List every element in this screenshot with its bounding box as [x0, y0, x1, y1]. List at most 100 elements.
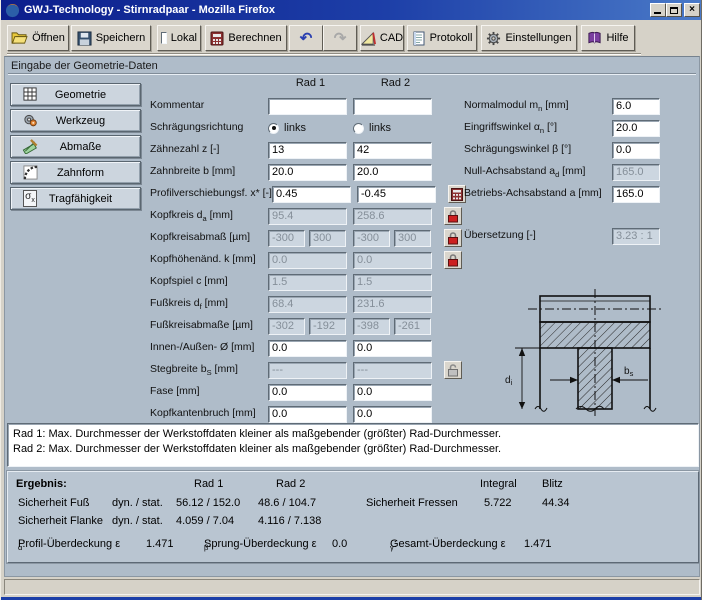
- open-button[interactable]: Öffnen: [7, 25, 69, 51]
- fase-rad1-input[interactable]: [268, 384, 347, 401]
- message-line-2: Rad 2: Max. Durchmesser der Werkstoffdat…: [13, 442, 693, 457]
- results-heading: Ergebnis:: [16, 478, 67, 490]
- protocol-button[interactable]: Protokoll: [407, 25, 477, 51]
- zaehnezahl-rad2-input[interactable]: [353, 142, 432, 159]
- schraegungswinkel-label: Schrägungswinkel β [°]: [464, 143, 612, 157]
- form-row-innen-aussen-durchmesser: Innen-/Außen- Ø [mm]: [150, 337, 490, 359]
- lock-closed-button-kopfhoehe[interactable]: [444, 251, 462, 269]
- close-button[interactable]: ×: [684, 3, 700, 17]
- settings-button[interactable]: Einstellungen: [481, 25, 577, 51]
- form-row-schraegungswinkel: Schrägungswinkel β [°]: [464, 139, 700, 161]
- sicherheit-flanke-label: Sicherheit Flanke: [18, 515, 103, 527]
- form-row-zaehnezahl: Zähnezahl z [-]: [150, 139, 490, 161]
- profilverschiebung-rad1-input[interactable]: [272, 186, 351, 203]
- form-row-null-achsabstand: Null-Achsabstand ad [mm]: [464, 161, 700, 183]
- kopfkreis-rad2-input: [353, 208, 432, 225]
- zahnbreite-rad1-input[interactable]: [268, 164, 347, 181]
- sidebar-item-tragfaehigkeit[interactable]: σx Tragfähigkeit: [10, 187, 141, 210]
- form-row-stegbreite: Stegbreite bS [mm]: [150, 359, 490, 381]
- innen-aussen-rad1-input[interactable]: [268, 340, 347, 357]
- links-radio-rad2[interactable]: [353, 123, 364, 134]
- settings-tool-icon: [486, 31, 501, 46]
- toolbar-separator: [7, 53, 641, 55]
- links-option-rad1: links: [284, 122, 306, 134]
- window-title: GWJ-Technology - Stirnradpaar - Mozilla …: [24, 4, 275, 16]
- undo-button[interactable]: ↶: [289, 25, 323, 51]
- save-button[interactable]: Speichern: [71, 25, 151, 51]
- profilverschiebung-rad2-input[interactable]: [357, 186, 436, 203]
- title-bar: GWJ-Technology - Stirnradpaar - Mozilla …: [1, 0, 702, 20]
- normalmodul-input[interactable]: [612, 98, 660, 115]
- kopfkantenbruch-rad1-input[interactable]: [268, 406, 347, 423]
- sigma-icon: σx: [21, 191, 39, 207]
- lock-open-button-stegbreite[interactable]: [444, 361, 462, 379]
- form-row-kopfkantenbruch: Kopfkantenbruch [mm]: [150, 403, 490, 425]
- lock-closed-icon: [447, 209, 459, 223]
- sicherheit-fressen-integral: 5.722: [484, 497, 512, 509]
- lock-closed-icon: [447, 253, 459, 267]
- kopfkantenbruch-rad2-input[interactable]: [353, 406, 432, 423]
- schraegungswinkel-input[interactable]: [612, 142, 660, 159]
- sidebar-item-abmasse[interactable]: Abmaße: [10, 135, 141, 158]
- maximize-button[interactable]: [666, 3, 682, 17]
- kopfkreisabmass-rad2-max-input: [394, 230, 431, 247]
- zaehnezahl-rad1-input[interactable]: [268, 142, 347, 159]
- fusskreis-label: Fußkreis df [mm]: [150, 297, 268, 311]
- links-radio-rad1[interactable]: [268, 123, 279, 134]
- cad-button[interactable]: CAD: [360, 25, 404, 51]
- form-row-kopfkreisabmass: Kopfkreisabmaß [µm]: [150, 227, 490, 249]
- innen-aussen-rad2-input[interactable]: [353, 340, 432, 357]
- local-checkbox[interactable]: [161, 32, 167, 44]
- kopfhoehenaenderung-rad1-input: [268, 252, 347, 269]
- global-parameters-form: Normalmodul mn [mm] Eingriffswinkel αn […: [464, 95, 700, 247]
- kopfkantenbruch-label: Kopfkantenbruch [mm]: [150, 407, 268, 421]
- minimize-button[interactable]: [650, 3, 666, 17]
- gesamt-ueberdeckung-label: Gesamt-Überdeckung εγ:: [390, 538, 394, 552]
- fusskreisabmasse-rad2-max-input: [394, 318, 431, 335]
- calculator-icon: [451, 188, 463, 201]
- local-checkbox-button[interactable]: Lokal: [157, 25, 201, 51]
- kopfkreisabmass-rad1-max-input: [309, 230, 346, 247]
- sidebar-item-geometrie[interactable]: Geometrie: [10, 83, 141, 106]
- eingriffswinkel-input[interactable]: [612, 120, 660, 137]
- sprung-ueberdeckung-value: 0.0: [332, 538, 347, 550]
- kopfhoehenaenderung-rad2-input: [353, 252, 432, 269]
- sicherheit-fuss-label: Sicherheit Fuß: [18, 497, 90, 509]
- help-button[interactable]: Hilfe: [581, 25, 635, 51]
- kommentar-rad1-input[interactable]: [268, 98, 347, 115]
- geometry-form: Kommentar Schrägungsrichtung links links…: [150, 95, 490, 425]
- results-col-rad1: Rad 1: [194, 478, 223, 490]
- kopfkreisabmass-rad1-min-input: [268, 230, 305, 247]
- form-row-uebersetzung: Übersetzung [-]: [464, 225, 700, 247]
- stegbreite-rad2-input: [353, 362, 432, 379]
- sicherheit-flanke-mode: dyn. / stat.: [112, 515, 163, 527]
- lock-closed-button-kopfkreisabmass[interactable]: [444, 229, 462, 247]
- calculate-button[interactable]: Berechnen: [205, 25, 287, 51]
- sidebar-item-zahnform[interactable]: Zahnform: [10, 161, 141, 184]
- stegbreite-label: Stegbreite bS [mm]: [150, 363, 268, 377]
- undo-icon: ↶: [300, 31, 313, 46]
- form-row-kopfhoehenaenderung: Kopfhöhenänd. k [mm]: [150, 249, 490, 271]
- results-col-integral: Integral: [480, 478, 517, 490]
- betriebs-achsabstand-label: Betriebs-Achsabstand a [mm]: [464, 187, 612, 201]
- fase-label: Fase [mm]: [150, 385, 268, 399]
- ruler-pencil-icon: [21, 139, 39, 155]
- form-row-kommentar: Kommentar: [150, 95, 490, 117]
- form-row-fusskreis: Fußkreis df [mm]: [150, 293, 490, 315]
- sidebar-item-werkzeug[interactable]: Werkzeug: [10, 109, 141, 132]
- kommentar-rad2-input[interactable]: [353, 98, 432, 115]
- form-row-kopfkreis: Kopfkreis da [mm]: [150, 205, 490, 227]
- sicherheit-fuss-rad1: 56.12 / 152.0: [176, 497, 240, 509]
- zahnbreite-rad2-input[interactable]: [353, 164, 432, 181]
- lock-closed-button-kopfkreis[interactable]: [444, 207, 462, 225]
- gear-cross-section-diagram: di bs: [500, 284, 692, 422]
- redo-button[interactable]: ↷: [323, 25, 357, 51]
- fase-rad2-input[interactable]: [353, 384, 432, 401]
- fusskreisabmasse-rad1-max-input: [309, 318, 346, 335]
- cad-drawing-icon: [361, 31, 376, 46]
- sicherheit-fuss-rad2: 48.6 / 104.7: [258, 497, 316, 509]
- zahnbreite-label: Zahnbreite b [mm]: [150, 165, 268, 179]
- kopfkreis-label: Kopfkreis da [mm]: [150, 209, 268, 223]
- svg-text:bs: bs: [624, 366, 634, 378]
- betriebs-achsabstand-input[interactable]: [612, 186, 660, 203]
